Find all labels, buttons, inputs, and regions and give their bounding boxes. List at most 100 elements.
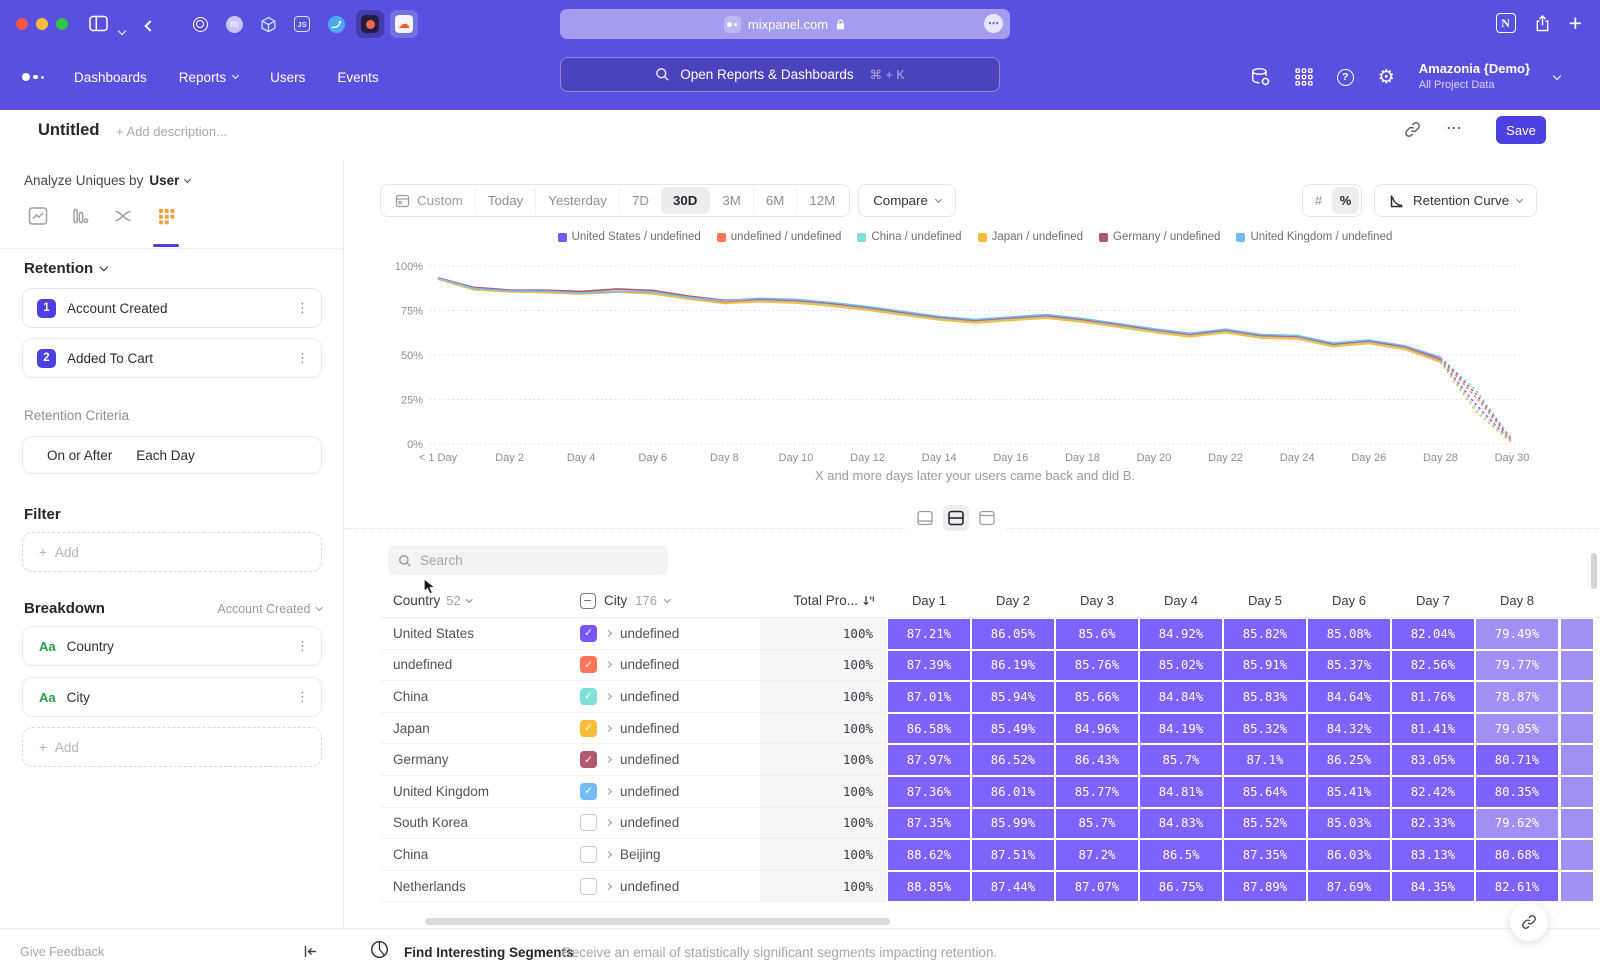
expand-chevron-icon[interactable]: [605, 851, 612, 858]
legend-item[interactable]: United States / undefined: [558, 231, 701, 243]
expand-chevron-icon[interactable]: [605, 630, 612, 637]
cell-day-value[interactable]: 85.76%: [1055, 650, 1139, 682]
retention-criteria-card[interactable]: On or After Each Day: [22, 436, 322, 474]
cell-day-value[interactable]: 84.81%: [1139, 776, 1223, 808]
column-header-total[interactable]: Total Pro...: [760, 593, 887, 608]
cell-day-value[interactable]: 84.35%: [1391, 871, 1475, 903]
table-search[interactable]: [388, 546, 668, 575]
cell-day-value[interactable]: 87.44%: [971, 871, 1055, 903]
cell-day-value[interactable]: 85.83%: [1223, 681, 1307, 713]
give-feedback-link[interactable]: Give Feedback: [20, 945, 104, 959]
cell-day-value[interactable]: 88.62%: [887, 839, 971, 871]
legend-item[interactable]: undefined / undefined: [717, 231, 842, 243]
cell-day-value[interactable]: 81.41%: [1391, 713, 1475, 745]
report-more-menu-icon[interactable]: ⋯: [1446, 118, 1463, 137]
address-bar[interactable]: mixpanel.com ⋯: [560, 9, 1010, 39]
kebab-menu-icon[interactable]: ⋮: [296, 690, 309, 705]
zoom-window-button[interactable]: [56, 18, 68, 30]
cell-day-value[interactable]: 86.43%: [1055, 744, 1139, 776]
cell-day-value[interactable]: 86.01%: [971, 776, 1055, 808]
cell-day-value[interactable]: 80.35%: [1475, 776, 1559, 808]
nav-item-dashboards[interactable]: Dashboards: [74, 70, 147, 85]
table-row[interactable]: China✓undefined100%87.01%85.94%85.66%84.…: [380, 681, 1593, 713]
cell-day-value[interactable]: 86.03%: [1307, 839, 1391, 871]
share-icon[interactable]: [1534, 14, 1551, 33]
retention-step-1[interactable]: 1 Account Created ⋮: [22, 288, 322, 328]
cell-day-value[interactable]: 85.08%: [1307, 618, 1391, 650]
breakdown-event-selector[interactable]: Account Created: [217, 602, 321, 616]
notion-icon[interactable]: N: [1496, 13, 1516, 33]
expand-chevron-icon[interactable]: [605, 788, 612, 795]
cell-day-value[interactable]: 83.05%: [1391, 744, 1475, 776]
minimize-window-button[interactable]: [36, 18, 48, 30]
data-management-icon[interactable]: [1250, 67, 1271, 87]
interesting-segments-title[interactable]: Find Interesting Segments: [404, 945, 574, 960]
row-checkbox[interactable]: ✓: [580, 783, 597, 800]
cell-day-value[interactable]: 84.64%: [1307, 681, 1391, 713]
cell-day-value[interactable]: 79.49%: [1475, 618, 1559, 650]
analyze-by-value[interactable]: User: [149, 173, 179, 188]
column-header-day[interactable]: Day 7: [1391, 593, 1475, 608]
cell-day-value[interactable]: 87.1%: [1223, 744, 1307, 776]
table-row[interactable]: Japan✓undefined100%86.58%85.49%84.96%84.…: [380, 713, 1593, 745]
copy-link-icon[interactable]: [1404, 121, 1421, 143]
kebab-menu-icon[interactable]: ⋮: [296, 301, 309, 316]
range-today[interactable]: Today: [475, 187, 535, 214]
range-3m[interactable]: 3M: [709, 187, 752, 214]
cell-day-value[interactable]: 80.68%: [1475, 839, 1559, 871]
column-header-day[interactable]: Day 3: [1055, 593, 1139, 608]
row-checkbox[interactable]: ✓: [580, 625, 597, 642]
legend-item[interactable]: United Kingdom / undefined: [1236, 231, 1392, 243]
nav-item-users[interactable]: Users: [270, 70, 305, 85]
cell-day-value[interactable]: 84.96%: [1055, 713, 1139, 745]
bird-extension-icon[interactable]: [322, 10, 350, 38]
ring-extension-icon[interactable]: [186, 10, 214, 38]
cell-day-value[interactable]: 86.25%: [1307, 744, 1391, 776]
column-header-day[interactable]: Day 1: [887, 593, 971, 608]
cell-day-value[interactable]: 83.13%: [1391, 839, 1475, 871]
cloud-extension-icon[interactable]: ☁: [390, 10, 418, 38]
expand-chevron-icon[interactable]: [605, 883, 612, 890]
expand-chevron-icon[interactable]: [605, 693, 612, 700]
cell-day-value[interactable]: 85.41%: [1307, 776, 1391, 808]
cell-day-value[interactable]: 87.21%: [887, 618, 971, 650]
absolute-count-toggle[interactable]: #: [1305, 187, 1332, 214]
nav-item-events[interactable]: Events: [337, 70, 378, 85]
cell-day-value[interactable]: 86.05%: [971, 618, 1055, 650]
cell-day-value[interactable]: 85.66%: [1055, 681, 1139, 713]
cell-day-value[interactable]: 82.56%: [1391, 650, 1475, 682]
range-6m[interactable]: 6M: [753, 187, 796, 214]
collapse-sidebar-icon[interactable]: [303, 944, 318, 964]
table-row[interactable]: Germany✓undefined100%87.97%86.52%86.43%8…: [380, 744, 1593, 776]
cell-day-value[interactable]: 85.64%: [1223, 776, 1307, 808]
cell-day-value[interactable]: 82.33%: [1391, 808, 1475, 840]
expand-chevron-icon[interactable]: [605, 661, 612, 668]
cell-day-value[interactable]: 87.36%: [887, 776, 971, 808]
cell-day-value[interactable]: 82.61%: [1475, 871, 1559, 903]
row-checkbox[interactable]: [580, 846, 597, 863]
cell-day-value[interactable]: 84.92%: [1139, 618, 1223, 650]
row-checkbox[interactable]: ✓: [580, 656, 597, 673]
column-header-country[interactable]: Country 52: [380, 593, 560, 608]
cell-day-value[interactable]: 84.19%: [1139, 713, 1223, 745]
report-description-placeholder[interactable]: + Add description...: [116, 124, 227, 139]
row-checkbox[interactable]: ✓: [580, 751, 597, 768]
cell-day-value[interactable]: 85.91%: [1223, 650, 1307, 682]
cell-day-value[interactable]: 86.52%: [971, 744, 1055, 776]
global-search-button[interactable]: Open Reports & Dashboards ⌘ + K: [560, 57, 1000, 92]
tab-insights[interactable]: [28, 206, 48, 226]
range-30d[interactable]: 30D: [661, 187, 709, 214]
browser-chevron-down-icon[interactable]: [119, 21, 125, 39]
row-checkbox[interactable]: [580, 878, 597, 895]
m-extension-icon[interactable]: m: [220, 10, 248, 38]
cell-day-value[interactable]: 87.39%: [887, 650, 971, 682]
table-row[interactable]: South Koreaundefined100%87.35%85.99%85.7…: [380, 808, 1593, 840]
floating-share-link-button[interactable]: [1510, 903, 1548, 941]
legend-item[interactable]: Germany / undefined: [1099, 231, 1220, 243]
cell-day-value[interactable]: 87.69%: [1307, 871, 1391, 903]
project-selector[interactable]: Amazonia {Demo} All Project Data: [1419, 61, 1530, 92]
expand-chevron-icon[interactable]: [605, 725, 612, 732]
column-header-day[interactable]: Day 8: [1475, 593, 1559, 608]
help-icon[interactable]: ?: [1337, 69, 1354, 86]
cell-day-value[interactable]: 87.07%: [1055, 871, 1139, 903]
